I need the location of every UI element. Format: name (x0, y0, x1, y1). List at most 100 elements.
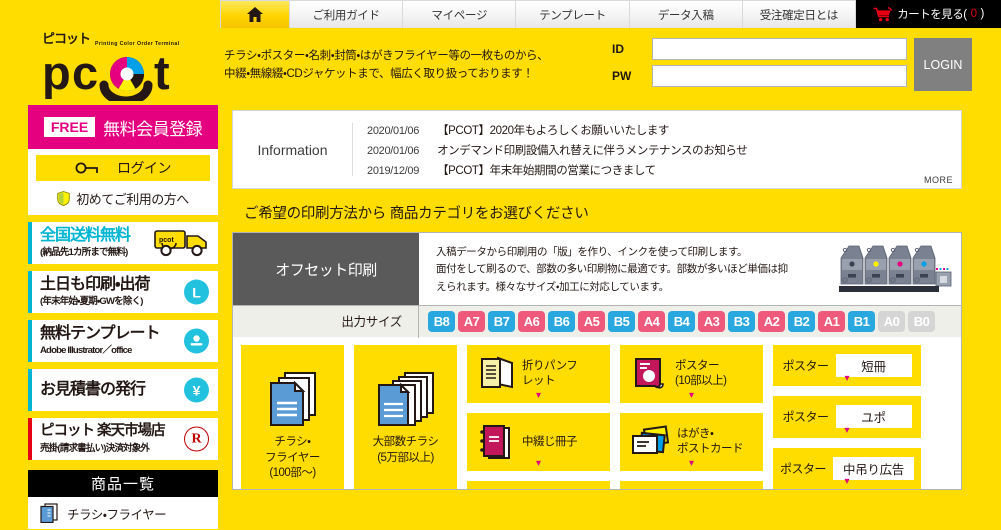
nav-item-data-upload[interactable]: データ入稿 (629, 0, 743, 28)
size-chip-a5[interactable]: A5 (578, 311, 605, 332)
size-chip-list: B8 A7 B7 A6 B6 A5 B5 A4 B4 A3 B3 A2 B2 A… (419, 311, 935, 332)
key-icon (75, 162, 98, 174)
banner-free-shipping[interactable]: 全国送料無料 (納品先1カ所まで無料) pcot (28, 222, 218, 264)
information-more-link[interactable]: MORE (924, 175, 953, 185)
product-tile-label: 折りパンフ レット (522, 359, 578, 389)
free-registration-button[interactable]: FREE 無料会員登録 (28, 105, 218, 149)
printing-press-icon (839, 245, 952, 292)
news-title: 【PCOT】2020年もよろしくお願いいたします (437, 125, 669, 137)
size-chip-a2[interactable]: A2 (758, 311, 785, 332)
sidebar-item-label: チラシ・フライヤー (67, 507, 167, 522)
svg-text:pcot: pcot (159, 237, 174, 244)
size-chip-b1[interactable]: B1 (848, 311, 875, 332)
big-tile-column: チラシ・ フライヤー (100部〜) 大部数チラシ (5万部以上) (241, 345, 457, 489)
product-tile-poster[interactable]: ポスター (10部以上) ▾ (620, 345, 763, 403)
product-tile-label: ポスター (10部以上) (675, 359, 727, 389)
offset-desc-line-3: えられます。様々なサイズ・加工に対応しています。 (436, 280, 669, 293)
product-tile-bulk-flyer[interactable]: 大部数チラシ (5万部以上) (354, 345, 457, 489)
size-chip-b6[interactable]: B6 (548, 311, 575, 332)
size-chip-a1[interactable]: A1 (818, 311, 845, 332)
tile-line-1: 中綴じ冊子 (522, 435, 578, 448)
banner-quotation[interactable]: お見積書の発行 ¥ (28, 369, 218, 411)
banner-rakuten-shop[interactable]: ピコット 楽天市場店 売掛(請求書払い)決済対象外 R (28, 418, 218, 460)
truck-icon: pcot (154, 230, 207, 257)
tile-line-2: (10部以上) (675, 375, 727, 387)
login-form: ID PW LOGIN (612, 38, 972, 96)
nav-item-mypage[interactable]: マイページ (403, 0, 517, 28)
template-glyph (190, 335, 203, 346)
sidebar-item-flyer[interactable]: チラシ・フライヤー (28, 497, 218, 529)
product-tile-booklet[interactable]: 中綴じ冊子 ▾ (467, 413, 610, 471)
id-field[interactable] (652, 38, 907, 60)
news-date: 2020/01/06 (367, 125, 420, 137)
size-chip-b3[interactable]: B3 (728, 311, 755, 332)
product-tile-poster-nakazuri[interactable]: ポスター 中吊り広告 ▾ (773, 447, 921, 489)
information-label: Information (233, 123, 353, 176)
tile-line-1: チラシ・ (274, 436, 311, 448)
product-tile-partial-left[interactable] (467, 481, 610, 489)
product-tile-poster-yupo[interactable]: ポスター ユポ ▾ (773, 396, 921, 438)
information-row[interactable]: 2020/01/06 オンデマンド印刷設備入れ替えに伴うメンテナンスのお知らせ (367, 142, 961, 162)
product-tile-poster-tanzaku[interactable]: ポスター 短冊 ▾ (773, 345, 921, 387)
flyer-icon (269, 372, 316, 426)
first-time-label: 初めてご利用の方へ (76, 192, 189, 207)
svg-text:p: p (42, 49, 71, 99)
product-tile-pamphlet[interactable]: 折りパンフ レット ▾ (467, 345, 610, 403)
banner-subtitle: 売掛(請求書払い)決済対象外 (40, 442, 150, 454)
password-field[interactable] (652, 65, 907, 87)
output-size-row: 出力サイズ B8 A7 B7 A6 B6 A5 B5 A4 B4 A3 B3 A… (233, 305, 961, 338)
yen-icon: ¥ (184, 377, 209, 403)
pcot-logo-mark: p c t (42, 46, 170, 106)
banner-free-template[interactable]: 無料テンプレート Adobe Illustrator／office (28, 320, 218, 362)
sidebar-login-button[interactable]: ログイン (36, 155, 210, 181)
nav-home-button[interactable] (220, 0, 290, 28)
cart-icon (873, 6, 893, 21)
chevron-down-icon[interactable]: ▾ (844, 425, 849, 436)
chevron-down-icon[interactable]: ▾ (689, 391, 694, 401)
size-chip-a4[interactable]: A4 (638, 311, 665, 332)
offset-description: 入稿データから印刷用の「版」を作り、インクを使って印刷します。 面付をして刷るの… (419, 233, 961, 305)
size-chip-b7[interactable]: B7 (488, 311, 515, 332)
information-row[interactable]: 2020/01/06 【PCOT】2020年もよろしくお願いいたします (367, 122, 961, 142)
size-chip-b2[interactable]: B2 (788, 311, 815, 332)
cart-button[interactable]: カートを見る(0) (856, 0, 1001, 28)
size-chip-b5[interactable]: B5 (608, 311, 635, 332)
size-chip-a7[interactable]: A7 (458, 311, 485, 332)
size-chip-b4[interactable]: B4 (668, 311, 695, 332)
chevron-down-icon[interactable]: ▾ (844, 476, 849, 487)
product-tile-postcard[interactable]: はがき・ ポストカード ▾ (620, 413, 763, 471)
product-tile-label: 中綴じ冊子 (522, 435, 578, 450)
size-chip-a0: A0 (878, 311, 905, 332)
product-tile-partial-right[interactable] (620, 481, 763, 489)
chevron-down-icon[interactable]: ▾ (536, 459, 541, 469)
information-row[interactable]: 2019/12/09 【PCOT】年末年始期間の営業につきまして (367, 162, 961, 182)
nav-item-template[interactable]: テンプレート (516, 0, 630, 28)
chevron-down-icon[interactable]: ▾ (689, 459, 694, 469)
first-time-link[interactable]: 初めてご利用の方へ (36, 189, 210, 208)
banner-weekend-printing[interactable]: 土日も印刷・出荷 (年末年始・夏期・GWを除く) L (28, 271, 218, 313)
nav-label: データ入稿 (657, 9, 714, 22)
nav-item-order-date[interactable]: 受注確定日とは (742, 0, 857, 28)
banner-title: 土日も印刷・出荷 (40, 275, 150, 293)
tile-prefix: ポスター (782, 410, 829, 425)
nav-label: テンプレート (539, 9, 606, 22)
sidebar-login-label: ログイン (117, 160, 172, 176)
size-chip-b8[interactable]: B8 (428, 311, 455, 332)
mid-tile-row-partial (467, 481, 763, 489)
tagline-line-2: 中綴・無線綴・CDジャケットまで、幅広く取り扱っております！ (224, 67, 534, 80)
banner-subtitle: Adobe Illustrator／office (40, 345, 132, 357)
product-tile-flyer[interactable]: チラシ・ フライヤー (100部〜) (241, 345, 344, 489)
banner-title: お見積書の発行 (40, 380, 146, 398)
logo-kana: ピコット (42, 31, 91, 46)
nav-item-guide[interactable]: ご利用ガイド (290, 0, 404, 28)
site-logo[interactable]: ピコット Printing Color Order Terminal p c t (42, 28, 212, 106)
chevron-down-icon[interactable]: ▾ (536, 391, 541, 401)
rakuten-icon: R (184, 426, 209, 452)
svg-text:t: t (154, 49, 170, 99)
size-chip-a3[interactable]: A3 (698, 311, 725, 332)
svg-text:c: c (72, 49, 98, 99)
login-button[interactable]: LOGIN (914, 38, 972, 91)
size-chip-a6[interactable]: A6 (518, 311, 545, 332)
chevron-down-icon[interactable]: ▾ (844, 374, 849, 384)
top-navigation: ご利用ガイド マイページ テンプレート データ入稿 受注確定日とは カートを見る… (220, 0, 1001, 28)
